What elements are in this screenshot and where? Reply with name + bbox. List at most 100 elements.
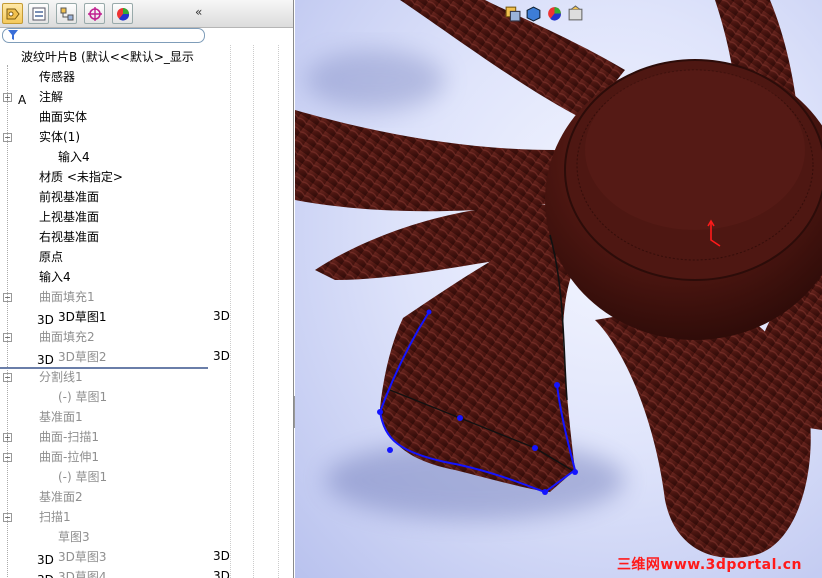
sketch-icon <box>37 470 52 485</box>
view-orientation-icon[interactable] <box>504 5 521 22</box>
tree-item[interactable]: 上视基准面 <box>0 207 208 227</box>
tree-item-label: 曲面填充1 <box>39 290 95 304</box>
display-style-icon[interactable] <box>525 5 542 22</box>
sketch3d-icon: 3D <box>37 310 54 327</box>
svg-text:3D: 3D <box>213 549 230 563</box>
tree-item[interactable]: 草图3 <box>0 527 208 547</box>
surface-bodies-icon <box>18 110 33 125</box>
tree-item-label: 3D草图1 <box>58 310 107 324</box>
tab-feature-manager[interactable] <box>2 3 23 24</box>
tree-item-label: 扫描1 <box>39 510 71 524</box>
plane-icon <box>18 230 33 245</box>
material-icon <box>18 170 33 185</box>
tree-item-label: 输入4 <box>39 270 71 284</box>
dimxpert-icon <box>87 6 102 21</box>
tree-item[interactable]: 3D 3D草图1 <box>0 307 208 327</box>
tree-item-label: 3D草图3 <box>58 550 107 564</box>
feature-tree: 波纹叶片B (默认<<默认>_显示 传感器 + A 注解 曲面实体 − 实体(1) 输入4 材质 … <box>0 45 208 578</box>
watermark-text: 三维网www.3dportal.cn <box>616 557 802 573</box>
tree-item[interactable]: − 分割线1 <box>0 367 208 387</box>
svg-text:3D: 3D <box>213 349 230 363</box>
imported-body-icon <box>37 150 52 165</box>
tree-item-label: 材质 <未指定> <box>39 170 123 184</box>
plane-status-icon <box>213 409 229 425</box>
tree-item[interactable]: (-) 草图1 <box>0 387 208 407</box>
tree-item[interactable]: − 曲面-拉伸1 <box>0 447 208 467</box>
origin-status-icon <box>213 249 229 265</box>
tree-item[interactable]: 基准面2 <box>0 487 208 507</box>
surface-extrude-icon <box>18 450 33 465</box>
tree-item[interactable]: 原点 <box>0 247 208 267</box>
tree-item[interactable]: 前视基准面 <box>0 187 208 207</box>
tree-item[interactable]: + A 注解 <box>0 87 208 107</box>
part-icon <box>2 50 17 65</box>
plane-icon <box>18 190 33 205</box>
tree-item[interactable]: + 曲面-扫描1 <box>0 427 208 447</box>
import-feature-icon <box>18 270 33 285</box>
body-display-icon <box>233 149 249 165</box>
tree-item[interactable]: 3D 3D草图3 <box>0 547 208 567</box>
sketch3d-status-icon: 3D <box>213 569 230 578</box>
tree-item[interactable]: − 扫描1 <box>0 507 208 527</box>
tree-item-label: 曲面-扫描1 <box>39 430 99 444</box>
tree-item[interactable]: 输入4 <box>0 147 208 167</box>
plane-status-icon <box>213 489 229 505</box>
sketch-status-icon <box>213 389 229 405</box>
scene-icon[interactable] <box>567 5 584 22</box>
body-pair-icons <box>213 149 229 165</box>
sweep-icon <box>18 510 33 525</box>
fan-model-view <box>295 0 822 558</box>
appearance-icon[interactable] <box>546 5 563 22</box>
sketch3d-status-icon: 3D <box>213 549 230 565</box>
tree-item[interactable]: − 曲面填充2 <box>0 327 208 347</box>
collapse-panel-button[interactable]: « <box>195 5 202 19</box>
surface-fill-icon <box>18 290 33 305</box>
sketch-status-icon <box>213 529 229 545</box>
plane-icon <box>18 410 33 425</box>
tree-item-label: 注解 <box>39 90 64 104</box>
tree-root-label: 波纹叶片B (默认<<默认>_显示 <box>21 50 194 64</box>
solid-bodies-icon <box>18 130 33 145</box>
surface-fill-icon <box>18 330 33 345</box>
svg-text:3D: 3D <box>37 313 54 327</box>
panel-tab-bar: « <box>0 0 293 28</box>
split-line-icon <box>18 370 33 385</box>
plane-status-icon <box>213 189 229 205</box>
sketch3d-icon: 3D <box>37 570 54 578</box>
tree-item[interactable]: 材质 <未指定> <box>0 167 208 187</box>
tree-item[interactable]: 基准面1 <box>0 407 208 427</box>
tree-guide-line <box>7 65 8 578</box>
tree-item-label: 上视基准面 <box>39 210 100 224</box>
tree-item[interactable]: (-) 草图1 <box>0 467 208 487</box>
tree-filter-input[interactable] <box>2 28 205 43</box>
tab-configuration-manager[interactable] <box>56 3 77 24</box>
tree-item-label: 前视基准面 <box>39 190 100 204</box>
tree-item-label: 传感器 <box>39 70 76 84</box>
sketch3d-status-icon: 3D <box>213 349 230 365</box>
configuration-manager-icon <box>60 7 73 20</box>
tree-item[interactable]: 3D 3D草图2 <box>0 347 208 367</box>
graphics-viewport[interactable]: 三维网www.3dportal.cn <box>295 0 822 578</box>
tree-item[interactable]: 曲面实体 <box>0 107 208 127</box>
sketch-status-icon <box>213 469 229 485</box>
tab-display-manager[interactable] <box>112 3 133 24</box>
tree-item[interactable]: − 实体(1) <box>0 127 208 147</box>
tab-dimxpert[interactable] <box>84 3 105 24</box>
appearance-sphere-icon <box>254 49 270 65</box>
rollback-bar[interactable] <box>0 367 208 369</box>
display-manager-icon <box>116 7 129 21</box>
tree-item[interactable]: − 曲面填充1 <box>0 287 208 307</box>
feature-manager-panel: « 波纹叶片B (默认<<默认>_显示 传感器 + A 注解 曲面实体 − 实体(1) 输入4 材… <box>0 0 294 578</box>
tree-item-label: 基准面1 <box>39 410 83 424</box>
tree-item[interactable]: 右视基准面 <box>0 227 208 247</box>
tree-item-label: 曲面实体 <box>39 110 88 124</box>
tree-item[interactable]: 3D 3D草图4 <box>0 567 208 578</box>
tree-item[interactable]: 传感器 <box>0 67 208 87</box>
tree-item[interactable]: 输入4 <box>0 267 208 287</box>
svg-text:3D: 3D <box>213 309 230 323</box>
tree-item-label: (-) 草图1 <box>58 390 108 404</box>
tree-item-label: 3D草图4 <box>58 570 107 578</box>
tab-property-manager[interactable] <box>28 3 49 24</box>
tree-root[interactable]: 波纹叶片B (默认<<默认>_显示 <box>0 47 208 67</box>
plane-status-icon <box>213 209 229 225</box>
